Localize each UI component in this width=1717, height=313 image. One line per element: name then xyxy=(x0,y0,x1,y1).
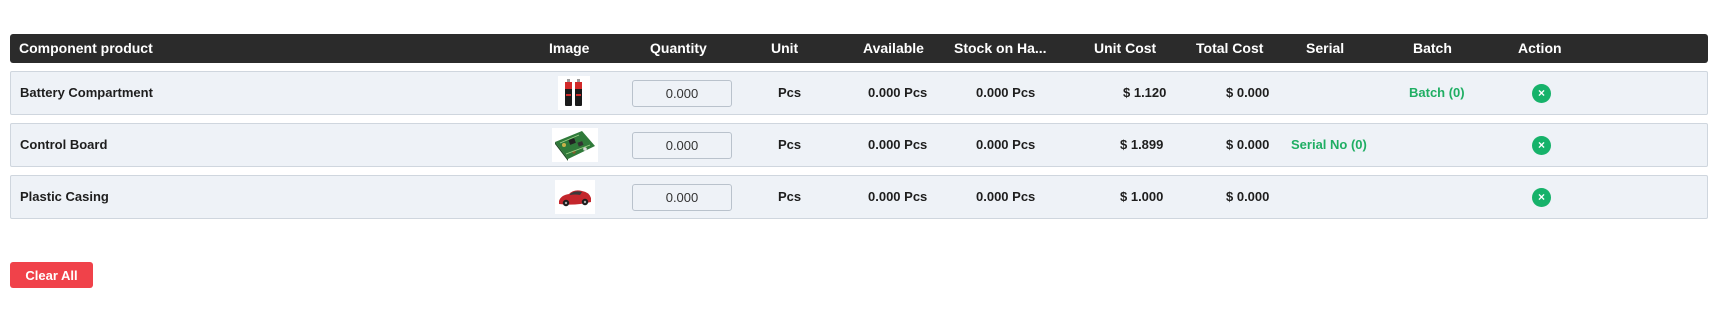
total-cost-cell: $ 0.000 xyxy=(1226,85,1270,100)
close-icon: × xyxy=(1537,138,1545,152)
header-unit: Unit xyxy=(771,40,799,56)
serial-link[interactable]: Serial No (0) xyxy=(1291,124,1367,166)
close-icon: × xyxy=(1537,190,1545,204)
table-row: Battery Compartment Pcs 0.000 Pcs 0.000 … xyxy=(10,71,1708,115)
total-cost-cell: $ 0.000 xyxy=(1226,189,1270,204)
header-batch: Batch xyxy=(1413,40,1452,56)
unit-cell: Pcs xyxy=(778,85,802,100)
unit-cost-cell: $ 1.000 xyxy=(1120,189,1164,204)
component-name: Control Board xyxy=(20,137,108,152)
components-table: Component product Image Quantity Unit Av… xyxy=(10,34,1708,219)
batch-link[interactable]: Batch (0) xyxy=(1409,72,1465,114)
quantity-input[interactable] xyxy=(632,184,732,211)
available-cell: 0.000 Pcs xyxy=(868,85,928,100)
header-total-cost: Total Cost xyxy=(1196,40,1264,56)
header-unit-cost: Unit Cost xyxy=(1094,40,1157,56)
circuit-board-icon xyxy=(552,128,598,162)
header-component-product: Component product xyxy=(19,40,153,56)
unit-cost-cell: $ 1.899 xyxy=(1120,137,1164,152)
remove-row-button[interactable]: × xyxy=(1532,84,1551,103)
stock-on-hand-cell: 0.000 Pcs xyxy=(976,137,1036,152)
table-row: Control Board Pcs 0.000 Pcs 0.000 Pcs $ … xyxy=(10,123,1708,167)
toy-car-icon xyxy=(555,180,595,214)
header-quantity: Quantity xyxy=(650,40,707,56)
header-stock-on-hand: Stock on Ha... xyxy=(954,40,1047,56)
available-cell: 0.000 Pcs xyxy=(868,137,928,152)
batteries-icon xyxy=(558,76,590,110)
available-cell: 0.000 Pcs xyxy=(868,189,928,204)
stock-on-hand-cell: 0.000 Pcs xyxy=(976,85,1036,100)
component-name: Plastic Casing xyxy=(20,189,109,204)
table-header: Component product Image Quantity Unit Av… xyxy=(10,34,1708,63)
header-action: Action xyxy=(1518,40,1562,56)
unit-cost-cell: $ 1.120 xyxy=(1123,85,1167,100)
remove-row-button[interactable]: × xyxy=(1532,188,1551,207)
remove-row-button[interactable]: × xyxy=(1532,136,1551,155)
clear-all-button[interactable]: Clear All xyxy=(10,262,93,288)
stock-on-hand-cell: 0.000 Pcs xyxy=(976,189,1036,204)
unit-cell: Pcs xyxy=(778,137,802,152)
quantity-input[interactable] xyxy=(632,132,732,159)
total-cost-cell: $ 0.000 xyxy=(1226,137,1270,152)
quantity-input[interactable] xyxy=(632,80,732,107)
table-row: Plastic Casing Pcs 0.000 Pcs 0.000 Pcs $… xyxy=(10,175,1708,219)
header-image: Image xyxy=(549,40,590,56)
header-serial: Serial xyxy=(1306,40,1345,56)
close-icon: × xyxy=(1537,86,1545,100)
component-name: Battery Compartment xyxy=(20,85,153,100)
header-available: Available xyxy=(863,40,924,56)
unit-cell: Pcs xyxy=(778,189,802,204)
